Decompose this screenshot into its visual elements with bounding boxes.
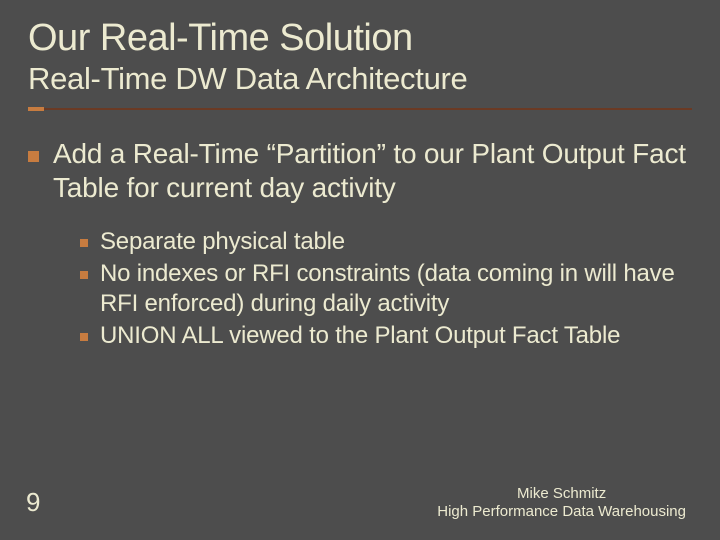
square-bullet-icon — [80, 271, 88, 279]
bullet-text-main: Add a Real-Time “Partition” to our Plant… — [53, 137, 692, 205]
divider-accent — [28, 107, 44, 111]
slide: Our Real-Time Solution Real-Time DW Data… — [0, 0, 720, 540]
bullet-text: No indexes or RFI constraints (data comi… — [100, 259, 692, 319]
list-item: No indexes or RFI constraints (data comi… — [80, 259, 692, 319]
slide-subtitle: Real-Time DW Data Architecture — [28, 61, 692, 97]
sub-list: Separate physical table No indexes or RF… — [80, 227, 692, 350]
footer-author: Mike Schmitz — [437, 485, 686, 504]
square-bullet-icon — [80, 333, 88, 341]
square-bullet-icon — [28, 151, 39, 162]
footer-credit: Mike Schmitz High Performance Data Wareh… — [437, 485, 686, 523]
page-number: 9 — [26, 487, 40, 518]
bullet-text: UNION ALL viewed to the Plant Output Fac… — [100, 321, 620, 351]
list-item: Add a Real-Time “Partition” to our Plant… — [28, 137, 692, 205]
content-area: Add a Real-Time “Partition” to our Plant… — [28, 137, 692, 350]
bullet-text: Separate physical table — [100, 227, 345, 257]
square-bullet-icon — [80, 239, 88, 247]
title-divider — [28, 107, 692, 111]
slide-title: Our Real-Time Solution — [28, 18, 692, 59]
list-item: UNION ALL viewed to the Plant Output Fac… — [80, 321, 692, 351]
footer-tagline: High Performance Data Warehousing — [437, 503, 686, 522]
divider-line — [28, 108, 692, 110]
list-item: Separate physical table — [80, 227, 692, 257]
